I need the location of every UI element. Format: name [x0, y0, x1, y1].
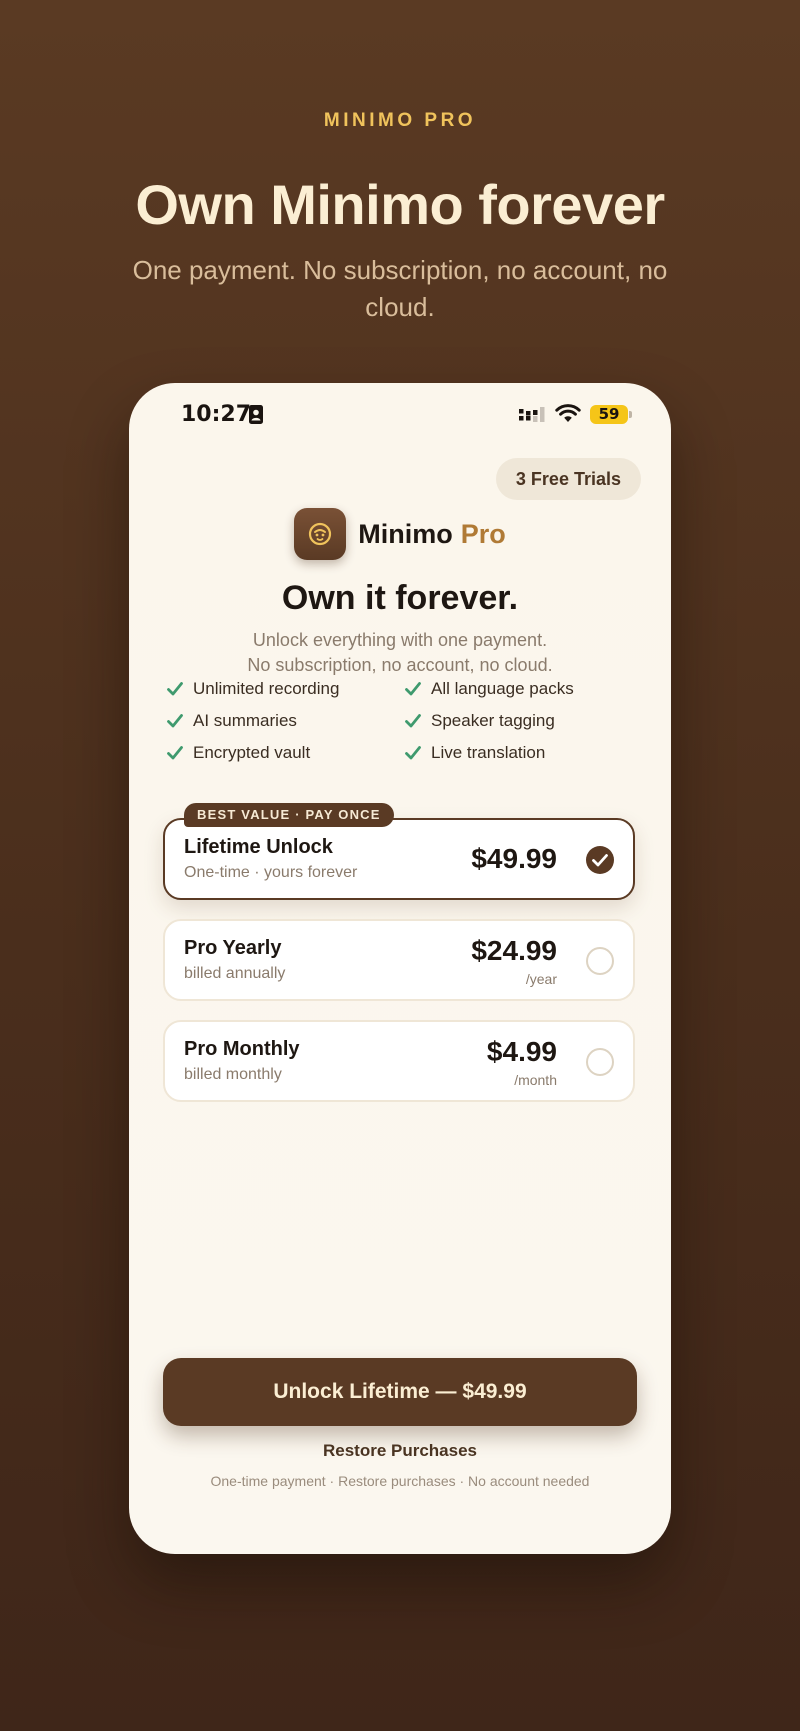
paywall-headline: Own it forever.	[281, 579, 519, 617]
plan-price: $24.99	[471, 935, 557, 966]
plan-yearly[interactable]: Pro Yearly billed annually $24.99 /year	[163, 919, 635, 1001]
feature-list: Unlimited recording All language packs A…	[167, 678, 637, 764]
radio-checked-icon[interactable]	[586, 846, 614, 874]
checkmark-icon	[167, 746, 183, 760]
feature-label: Encrypted vault	[193, 743, 311, 762]
subline-line-2: No subscription, no account, no cloud.	[247, 655, 553, 675]
feature-label: AI summaries	[193, 711, 297, 730]
battery-tip	[629, 411, 632, 418]
cellular-signal-icon	[519, 407, 547, 428]
contact-card-icon	[249, 405, 263, 429]
plan-description: billed annually	[184, 965, 286, 982]
feature-label: All language packs	[431, 679, 574, 698]
plan-name: Pro Monthly	[184, 1038, 300, 1060]
feature-item: Unlimited recording	[167, 678, 405, 700]
promo-title: Own Minimo forever	[135, 173, 665, 236]
radio-unchecked-icon[interactable]	[586, 947, 614, 975]
wifi-icon	[555, 404, 581, 428]
feature-label: Live translation	[431, 743, 546, 762]
status-bar: 10:27 59	[129, 383, 671, 447]
checkmark-icon	[167, 682, 183, 696]
battery-icon: 59	[590, 405, 628, 424]
feature-item: All language packs	[405, 678, 637, 700]
brand-pro-suffix: Pro	[460, 518, 506, 549]
plan-description: One-time · yours forever	[184, 864, 358, 881]
footer-note: One-time payment · Restore purchases · N…	[210, 1473, 590, 1489]
feature-label: Speaker tagging	[431, 711, 555, 730]
feature-item: Encrypted vault	[167, 742, 405, 764]
subline-line-1: Unlock everything with one payment.	[252, 630, 548, 650]
phone-frame: 10:27 59 3 Free Trials Minimo Pro Own it…	[129, 383, 671, 1554]
checkmark-icon	[405, 682, 421, 696]
plan-period: /year	[525, 971, 557, 987]
status-time: 10:27	[181, 402, 252, 427]
plan-name: Lifetime Unlock	[184, 836, 333, 858]
plan-price: $4.99	[486, 1036, 557, 1067]
plan-period: /month	[514, 1072, 557, 1088]
feature-item: AI summaries	[167, 710, 405, 732]
brand-row: Minimo Pro	[129, 507, 671, 561]
feature-item: Speaker tagging	[405, 710, 637, 732]
checkmark-icon	[167, 714, 183, 728]
checkmark-icon	[405, 746, 421, 760]
paywall-subline: Unlock everything with one payment. No s…	[129, 628, 671, 678]
plan-description: billed monthly	[184, 1066, 282, 1083]
feature-label: Unlimited recording	[193, 679, 340, 698]
free-trials-pill[interactable]: 3 Free Trials	[495, 458, 641, 500]
radio-unchecked-icon[interactable]	[586, 1048, 614, 1076]
plan-lifetime[interactable]: Lifetime Unlock One-time · yours forever…	[163, 818, 635, 900]
app-icon	[294, 508, 347, 560]
best-value-badge: BEST VALUE · PAY ONCE	[184, 803, 394, 827]
checkmark-icon	[405, 714, 421, 728]
brand-name: Minimo	[358, 518, 453, 549]
feature-item: Live translation	[405, 742, 637, 764]
unlock-lifetime-button[interactable]: Unlock Lifetime — $49.99	[163, 1358, 637, 1426]
promo-subtitle: One payment. No subscription, no account…	[132, 255, 668, 322]
app-logo-icon	[309, 522, 332, 546]
plan-name: Pro Yearly	[184, 937, 282, 959]
promo-eyebrow: MINIMO PRO	[323, 110, 477, 131]
plan-price: $49.99	[471, 843, 557, 874]
restore-purchases-link[interactable]: Restore Purchases	[129, 1441, 671, 1461]
plan-monthly[interactable]: Pro Monthly billed monthly $4.99 /month	[163, 1020, 635, 1102]
